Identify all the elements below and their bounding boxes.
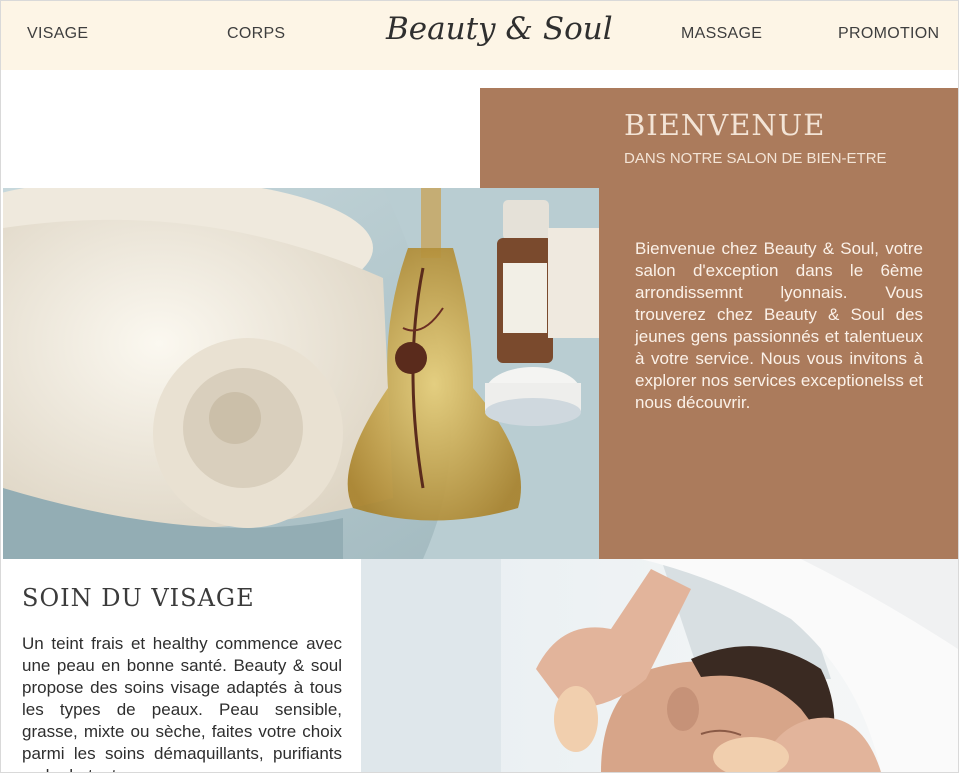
welcome-heading: BIENVENUE [624, 108, 826, 142]
nav-link-promotion[interactable]: PROMOTION [838, 25, 939, 43]
nav-link-corps[interactable]: CORPS [227, 25, 285, 43]
facial-care-paragraph: Un teint frais et healthy commence avec … [22, 634, 342, 772]
welcome-paragraph: Bienvenue chez Beauty & Soul, votre salo… [635, 239, 923, 412]
spa-towels-oil-photo [3, 188, 599, 559]
top-navigation-bar: VISAGE CORPS Beauty & Soul MASSAGE PROMO… [1, 1, 958, 70]
brand-logo[interactable]: Beauty & Soul [386, 11, 613, 55]
facial-care-heading: SOIN DU VISAGE [22, 584, 255, 612]
welcome-subheading: DANS NOTRE SALON DE BIEN-ETRE [624, 150, 887, 167]
nav-link-massage[interactable]: MASSAGE [681, 25, 762, 43]
nav-link-visage[interactable]: VISAGE [27, 25, 88, 43]
page: VISAGE CORPS Beauty & Soul MASSAGE PROMO… [0, 0, 959, 773]
facial-treatment-photo [361, 559, 958, 772]
